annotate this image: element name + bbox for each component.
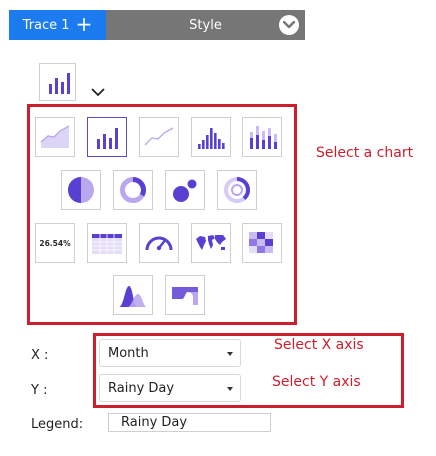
panel-tabbar: Trace 1 + Style: [9, 10, 305, 40]
x-axis-value: Month: [108, 345, 149, 361]
world-map-icon: [196, 235, 226, 250]
note-select-y-axis: Select Y axis: [272, 374, 361, 390]
y-axis-value: Rainy Day: [108, 380, 175, 396]
add-trace-icon[interactable]: +: [76, 14, 93, 34]
chart-option-indicator[interactable]: 26.54%: [35, 223, 75, 263]
tab-trace-1[interactable]: Trace 1 +: [9, 10, 106, 40]
bubble-chart-icon: [173, 179, 197, 202]
y-axis-select[interactable]: Rainy Day: [99, 374, 241, 402]
chart-option-line[interactable]: [139, 117, 179, 157]
pie-chart-icon: [68, 177, 94, 203]
chart-option-pie[interactable]: [61, 170, 101, 210]
selected-chart-type-button[interactable]: [39, 63, 76, 101]
chart-option-table[interactable]: [87, 223, 127, 263]
tab-trace-label: Trace 1: [22, 17, 70, 33]
chevron-down-icon[interactable]: [279, 15, 299, 35]
table-icon: [92, 234, 122, 254]
chart-option-heatmap[interactable]: [242, 223, 282, 263]
stacked-bar-icon: [250, 126, 277, 149]
chart-option-stacked-bar[interactable]: [242, 117, 282, 157]
chart-option-bubble[interactable]: [165, 170, 205, 210]
radial-bar-icon: [224, 176, 250, 203]
legend-label: Legend:: [31, 417, 84, 432]
note-select-x-axis: Select X axis: [274, 337, 364, 353]
legend-input[interactable]: Rainy Day: [108, 413, 271, 432]
histogram-icon: [198, 128, 225, 149]
tab-style-label: Style: [189, 17, 222, 33]
indicator-text: 26.54%: [39, 239, 71, 248]
chart-option-map[interactable]: [191, 223, 231, 263]
donut-chart-icon: [120, 177, 146, 203]
chart-option-gauge[interactable]: [139, 223, 179, 263]
tab-style[interactable]: Style: [106, 10, 305, 40]
legend-value: Rainy Day: [121, 415, 188, 430]
chart-dropdown-chevron-icon[interactable]: [90, 86, 106, 98]
chart-option-density[interactable]: [113, 275, 153, 315]
x-axis-select[interactable]: Month: [99, 339, 241, 367]
x-axis-label: X :: [31, 348, 49, 363]
sankey-icon: [172, 287, 198, 305]
chart-option-area[interactable]: [35, 117, 75, 157]
chart-type-picker: 26.54%: [27, 104, 297, 325]
chart-option-donut[interactable]: [113, 170, 153, 210]
density-plot-icon: [119, 286, 147, 307]
indicator-icon: 26.54%: [39, 239, 71, 248]
chart-option-radial[interactable]: [217, 170, 257, 210]
heatmap-icon: [249, 232, 273, 253]
y-axis-label: Y :: [31, 383, 48, 398]
area-chart-icon: [40, 125, 70, 148]
bar-chart-icon: [49, 73, 70, 94]
chart-option-sankey[interactable]: [165, 275, 205, 315]
line-chart-icon: [144, 127, 174, 146]
bar-chart-icon: [97, 128, 118, 149]
chart-option-bar[interactable]: [87, 117, 127, 157]
note-select-chart: Select a chart: [316, 145, 414, 161]
chart-option-histogram[interactable]: [191, 117, 231, 157]
gauge-icon: [145, 236, 173, 251]
caret-down-icon: [227, 352, 233, 356]
caret-down-icon: [227, 387, 233, 391]
